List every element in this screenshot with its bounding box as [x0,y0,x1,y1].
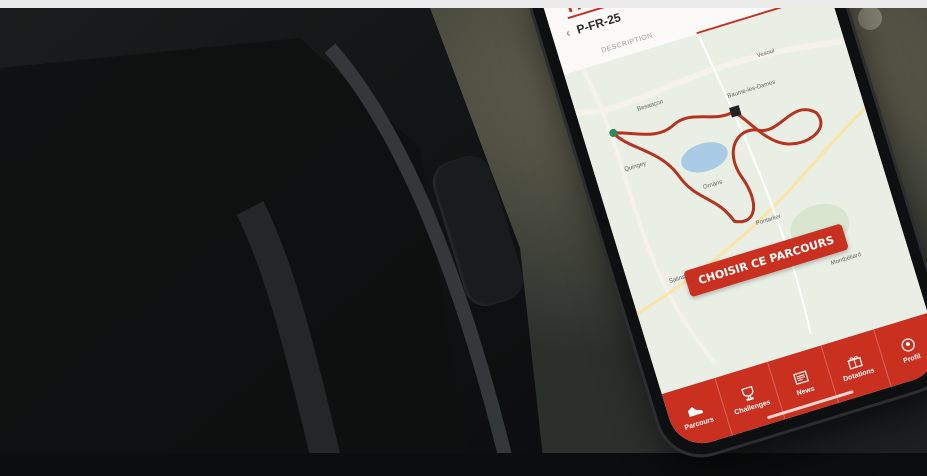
shoe-icon [688,406,704,417]
nav-label: Dotations [842,366,876,383]
nav-label: Profil [902,352,922,365]
nav-label: Challenges [733,398,772,417]
gift-icon [847,355,863,370]
nav-label: News [795,384,816,397]
newspaper-icon [793,369,810,385]
trophy-icon [740,385,754,401]
back-icon[interactable]: ‹ [564,26,572,41]
user-icon [901,337,915,352]
car-interior-photo: TROPHEO ‹ P-FR-25 DESCRIPTION CARTE [0,8,927,476]
